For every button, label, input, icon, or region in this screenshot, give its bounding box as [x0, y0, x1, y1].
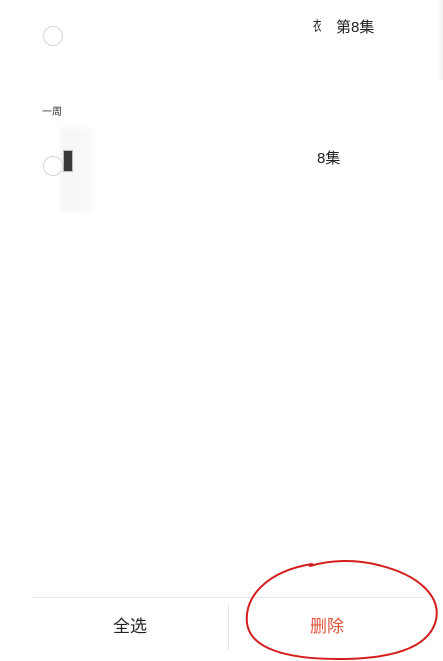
- delete-button[interactable]: 删除: [229, 598, 425, 658]
- item-select-radio[interactable]: [43, 156, 63, 176]
- annotation-circle: [245, 559, 438, 660]
- item-title: 8集: [317, 150, 341, 167]
- item-select-radio[interactable]: [43, 26, 63, 46]
- section-label: 一周: [42, 107, 62, 118]
- edge-shadow: [438, 0, 443, 80]
- bottom-action-bar: 全选 删除: [32, 597, 425, 661]
- thumbnail-image: [63, 150, 73, 172]
- select-all-button[interactable]: 全选: [32, 598, 228, 658]
- item-title-fragment: 衣: [313, 18, 322, 34]
- item-title: 第8集: [336, 19, 375, 36]
